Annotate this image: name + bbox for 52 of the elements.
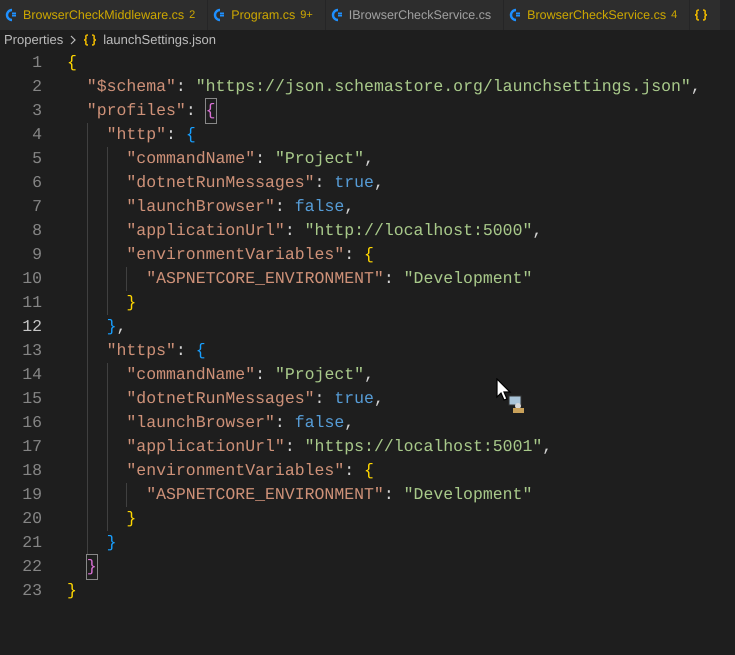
breadcrumb-folder[interactable]: Properties — [4, 30, 64, 50]
line-number: 10 — [21, 268, 42, 290]
line-number: 7 — [31, 196, 42, 218]
code-line: "dotnetRunMessages": true, — [126, 172, 384, 194]
line-number: 8 — [31, 220, 42, 242]
line-number: 13 — [21, 340, 42, 362]
line-number: 11 — [21, 292, 42, 314]
editor-tab[interactable]: Program.cs 9+ — [208, 0, 325, 30]
editor-tab[interactable]: BrowserCheckService.cs 4 — [504, 0, 690, 30]
line-number: 1 — [31, 52, 42, 74]
code-line: } — [126, 508, 136, 530]
code-line: "dotnetRunMessages": true, — [126, 388, 384, 410]
line-number: 19 — [21, 484, 42, 506]
code-line: { — [67, 52, 77, 74]
line-number: 5 — [31, 148, 42, 170]
code-line: } — [126, 292, 136, 314]
line-number: 16 — [21, 412, 42, 434]
line-number: 18 — [21, 460, 42, 482]
line-number: 22 — [21, 556, 42, 578]
code-line: "applicationUrl": "http://localhost:5000", — [126, 220, 542, 242]
code-line: "ASPNETCORE_ENVIRONMENT": "Development" — [146, 484, 532, 506]
line-number: 14 — [21, 364, 42, 386]
line-number: 15 — [21, 388, 42, 410]
line-number: 3 — [31, 100, 42, 122]
line-number: 21 — [21, 532, 42, 554]
code-line: "http": { — [106, 124, 196, 146]
code-line: }, — [106, 316, 126, 338]
code-line: } — [106, 532, 116, 554]
code-line: "commandName": "Project", — [126, 148, 374, 170]
code-line: "profiles": { — [86, 99, 216, 123]
code-line: "launchBrowser": false, — [126, 412, 354, 434]
line-number: 2 — [31, 76, 42, 98]
code-line: "commandName": "Project", — [126, 364, 374, 386]
line-number: 23 — [21, 580, 42, 602]
code-line: "https": { — [106, 340, 206, 362]
editor-tab[interactable]: BrowserCheckMiddleware.cs 2 — [0, 0, 208, 30]
line-number: 17 — [21, 436, 42, 458]
editor-tab[interactable]: IBrowserCheckService.cs — [326, 0, 504, 30]
code-line: "$schema": "https://json.schemastore.org/launchsettings.json", — [86, 76, 701, 98]
code-line: } — [67, 580, 77, 602]
line-number: 6 — [31, 172, 42, 194]
code-line: } — [86, 555, 97, 579]
line-number: 20 — [21, 508, 42, 530]
code-line: "ASPNETCORE_ENVIRONMENT": "Development" — [146, 268, 532, 290]
breadcrumb-file[interactable]: launchSettings.json — [103, 30, 216, 50]
code-line: "environmentVariables": { — [126, 460, 374, 482]
line-number: 12 — [21, 316, 42, 338]
line-number: 9 — [31, 244, 42, 266]
code-line: "applicationUrl": "https://localhost:5001", — [126, 436, 552, 458]
code-line: "environmentVariables": { — [126, 244, 374, 266]
code-line: "launchBrowser": false, — [126, 196, 354, 218]
line-number: 4 — [31, 124, 42, 146]
